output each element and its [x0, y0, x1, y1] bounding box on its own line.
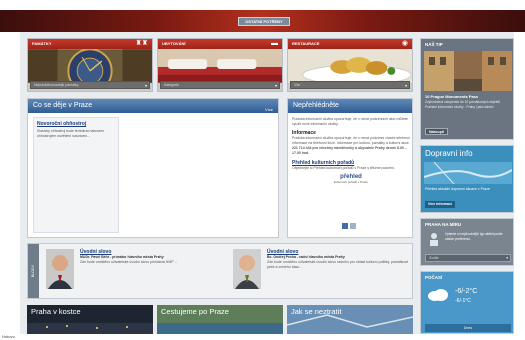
traffic-more-button[interactable]: Více informací	[425, 201, 455, 208]
weather-temp-tomorrow: -6/-1°C	[455, 298, 471, 304]
category-select[interactable]: Vše ▾	[290, 81, 410, 89]
dontmiss-panel: Nepřehlédněte Pražská informační služba …	[287, 98, 413, 238]
astronomical-clock-image	[28, 49, 152, 83]
event-item-text: Klasický ohňostroj bude tentokrát nahraz…	[37, 129, 105, 138]
traffic-title[interactable]: Dopravní info	[425, 149, 473, 158]
promo-cestujeme[interactable]: Cestujeme po Praze	[157, 305, 283, 334]
category-restaurace[interactable]: RESTAURACE ◉ Vše ▾	[287, 38, 413, 92]
promo-praha-v-kostce[interactable]: Praha v kostce	[27, 305, 153, 334]
events-title-bar: Co se děje v Praze Více	[28, 99, 278, 113]
avatar-left[interactable]	[46, 249, 74, 289]
custom-select[interactable]: Zvolte ▾	[425, 254, 511, 262]
category-select[interactable]: Nejnavštěvovanější památky ▾	[30, 81, 150, 89]
castle-icon: ♜♜	[135, 40, 148, 47]
dontmiss-body: Pražská informační služba upozorňuje, že…	[292, 117, 410, 184]
custom-text: Vyberte si nejvhodnější typ aktivit podl…	[445, 232, 503, 241]
street-photo[interactable]	[424, 51, 512, 91]
page: OSTATNÍ POTŘEBY PAMÁTKY ♜♜ Nejnavštěvova…	[0, 0, 525, 340]
header-tab[interactable]: OSTATNÍ POTŘEBY	[238, 17, 290, 26]
info-text-2: 221 714 444 pro všechny návštěvníky a ob…	[292, 146, 407, 155]
tip-caption[interactable]: 10 Prague Monuments Pass	[425, 94, 511, 99]
guide-text: Objednejte si Přehled kulturních pořadů …	[292, 166, 395, 170]
traffic-box: Dopravní info Přehled aktuální dopravní …	[420, 145, 514, 213]
traffic-map	[424, 162, 512, 184]
promo-title: Praha v kostce	[31, 307, 81, 316]
hotel-room-image	[158, 49, 282, 83]
word-right-text: Zde bude umístěno uživatelské úvodní slo…	[267, 260, 409, 269]
bed-icon: ▬	[271, 40, 278, 47]
promo-title: Cestujeme po Praze	[161, 307, 229, 316]
category-title: PAMÁTKY	[28, 39, 152, 49]
browser-status-bar: Hotovo	[0, 334, 525, 340]
info-text: Pražská informační služba upozorňuje, že…	[292, 136, 410, 145]
blog-side-label: BLOGY	[28, 244, 39, 298]
restaurant-icon: ◉	[401, 40, 408, 47]
chevron-down-icon: ▾	[506, 256, 508, 260]
promo-jak-se-neztratit[interactable]: Jak se neztratit	[287, 305, 413, 334]
category-title: UBYTOVÁNÍ	[158, 39, 282, 49]
pager-dot[interactable]	[350, 223, 356, 229]
custom-box: PRAHA NA MÍRU Vyberte si nejvhodnější ty…	[420, 218, 514, 266]
category-title: RESTAURACE	[288, 39, 412, 49]
person-icon	[430, 233, 438, 246]
top-strip	[0, 0, 525, 10]
dontmiss-title: Nepřehlédněte	[293, 102, 339, 109]
word-left-text: Zde bude umístěno uživatelské úvodní slo…	[80, 260, 178, 264]
dontmiss-title-bar: Nepřehlédněte	[288, 99, 412, 113]
weather-box: POČASÍ -6/-2°C -6/-1°C Dnes	[420, 271, 514, 334]
weather-temp-today: -6/-2°C	[455, 288, 478, 295]
word-right: Úvodní slovo Bc. Ondřej Pecha - radní hl…	[267, 249, 411, 270]
pager-dot-active[interactable]	[342, 223, 348, 229]
events-panel: Co se děje v Praze Více Novoroční ohňost…	[27, 98, 279, 238]
chevron-down-icon: ▾	[144, 83, 147, 88]
tip-buy-button[interactable]: Nakoupit	[425, 128, 448, 135]
category-pamatky[interactable]: PAMÁTKY ♜♜ Nejnavštěvovanější památky ▾	[27, 38, 153, 92]
prehled-logo[interactable]: přehled kulturních pořadů v Praze	[292, 174, 410, 184]
word-band: BLOGY Úvodní slovo MUDr. Pavel Béhr - pr…	[27, 243, 413, 299]
custom-title: PRAHA NA MÍRU	[425, 222, 462, 227]
weather-title: POČASÍ	[425, 275, 443, 280]
word-left: Úvodní slovo MUDr. Pavel Béhr - primátor…	[80, 249, 220, 265]
dontmiss-intro: Pražská informační služba upozorňuje, že…	[292, 117, 408, 126]
event-item-title[interactable]: Novoroční ohňostroj	[37, 121, 115, 127]
chevron-down-icon: ▾	[274, 83, 277, 88]
weather-day-tab[interactable]: Dnes	[425, 324, 511, 332]
tip-box: NÁŠ TIP 10 Prague Monuments Pass Zvýhodn…	[420, 38, 514, 140]
event-item[interactable]: Novoroční ohňostroj Klasický ohňostroj b…	[33, 117, 119, 233]
tip-title: NÁŠ TIP	[425, 42, 443, 47]
avatar-right[interactable]	[233, 249, 261, 289]
chevron-down-icon: ▾	[404, 83, 407, 88]
promo-title: Jak se neztratit	[291, 307, 342, 316]
traffic-text: Přehled aktuální dopravní situace v Praz…	[425, 187, 490, 191]
food-image	[288, 49, 412, 83]
category-select[interactable]: Kategorie ▾	[160, 81, 280, 89]
tip-text: Zvýhodněná vstupenka do 10 památkových o…	[425, 100, 501, 109]
events-title: Co se děje v Praze	[33, 102, 93, 109]
cloud-icon	[428, 289, 448, 301]
events-more-link[interactable]: Více	[265, 103, 273, 117]
category-ubytovani[interactable]: UBYTOVÁNÍ ▬ Kategorie ▾	[157, 38, 283, 92]
